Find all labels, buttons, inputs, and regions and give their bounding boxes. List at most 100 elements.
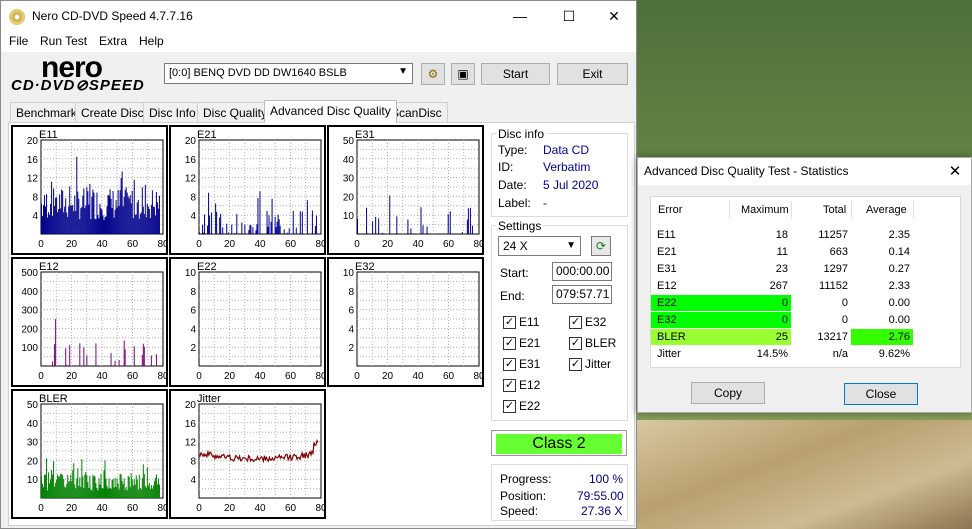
chart-bar xyxy=(105,478,107,498)
y-tick-label: 8 xyxy=(32,192,38,203)
tab-disc-quality[interactable]: Disc Quality xyxy=(197,102,274,122)
chart-bar xyxy=(466,219,468,234)
drive-wrench-icon: ⚙ xyxy=(427,67,439,81)
exit-button[interactable]: Exit xyxy=(557,63,628,85)
chart-bar xyxy=(267,226,269,234)
chart-bar xyxy=(131,479,133,498)
close-button[interactable]: ✕ xyxy=(591,1,637,32)
chart-bar xyxy=(139,213,141,234)
chart-bar xyxy=(65,348,67,366)
statistics-close-x-button[interactable]: ✕ xyxy=(939,158,971,185)
start-button[interactable]: Start xyxy=(481,63,550,85)
end-time-input[interactable]: 079:57.71 xyxy=(552,285,612,304)
chart-bar xyxy=(139,488,141,498)
tab-benchmark[interactable]: Benchmark xyxy=(10,102,83,122)
chart-bar xyxy=(156,484,158,498)
menu-help[interactable]: Help xyxy=(139,34,164,48)
stat-total: 0 xyxy=(841,314,848,326)
column-separator xyxy=(729,201,730,219)
x-tick-label: 80 xyxy=(315,371,324,382)
x-tick-label: 40 xyxy=(412,371,424,382)
chevron-down-icon: ▼ xyxy=(566,240,576,251)
chart-bar xyxy=(42,483,44,498)
x-tick-label: 20 xyxy=(224,371,236,382)
copy-button[interactable]: Copy xyxy=(691,382,765,404)
stats-close-button[interactable]: Close xyxy=(844,383,918,405)
menu-extra[interactable]: Extra xyxy=(99,34,127,48)
tab-disc-info[interactable]: Disc Info xyxy=(143,102,202,122)
chart-bar xyxy=(75,211,77,234)
e32-checkbox[interactable]: ✓ xyxy=(569,316,582,329)
position-label: Position: xyxy=(500,489,547,503)
x-tick-label: 60 xyxy=(443,371,455,382)
speed-select[interactable]: 24 X ▼ xyxy=(498,236,581,256)
date-label: Date: xyxy=(498,178,527,192)
y-tick-label: 50 xyxy=(343,136,355,147)
chart-bar xyxy=(250,225,252,234)
chart-bar xyxy=(65,487,67,498)
minimize-button[interactable]: — xyxy=(497,1,543,32)
chart-bar xyxy=(51,469,53,498)
menu-run-test[interactable]: Run Test xyxy=(40,34,87,48)
chart-bar xyxy=(69,344,71,366)
refresh-speed-button[interactable]: ⟳ xyxy=(591,236,611,256)
chart-bar xyxy=(150,484,152,498)
chart-bar xyxy=(142,343,144,366)
chart-bar xyxy=(311,210,313,234)
date-value: 5 Jul 2020 xyxy=(543,178,599,192)
statistics-title-bar[interactable]: Advanced Disc Quality Test - Statistics xyxy=(638,158,971,185)
chart-bar xyxy=(57,474,59,498)
chart-bar xyxy=(372,221,374,234)
chart-bar xyxy=(112,190,114,234)
chart-bar xyxy=(64,206,66,234)
y-tick-label: 400 xyxy=(21,287,38,298)
e31-checkbox[interactable]: ✓ xyxy=(503,358,516,371)
chart-bar xyxy=(248,230,250,234)
chart-bar xyxy=(68,481,70,498)
chart-bar xyxy=(231,224,233,234)
chart-bar xyxy=(114,477,116,498)
chart-bar xyxy=(106,206,108,234)
chart-bar xyxy=(222,227,224,234)
e21-checkbox[interactable]: ✓ xyxy=(503,337,516,350)
maximize-button[interactable]: ☐ xyxy=(546,1,592,32)
chart-bar xyxy=(67,474,69,498)
e12-checkbox-label: E12 xyxy=(519,378,541,392)
chart-bar xyxy=(74,195,76,234)
chart-bar xyxy=(61,189,63,234)
stat-average: 2.35 xyxy=(888,229,910,241)
menu-file[interactable]: File xyxy=(9,34,28,48)
e12-checkbox[interactable]: ✓ xyxy=(503,379,516,392)
chart-bar xyxy=(108,195,110,234)
chart-bar xyxy=(153,480,155,498)
e22-checkbox[interactable]: ✓ xyxy=(503,400,516,413)
stat-total: 11152 xyxy=(819,280,848,292)
jitter-checkbox[interactable]: ✓ xyxy=(569,358,582,371)
chart-bar xyxy=(113,217,115,234)
save-button[interactable]: ▣ xyxy=(451,63,475,85)
x-tick-label: 60 xyxy=(285,371,297,382)
tab-create-disc[interactable]: Create Disc xyxy=(75,102,150,122)
chart-bar xyxy=(105,216,107,234)
app-disc-icon xyxy=(9,9,25,25)
y-tick-label: 4 xyxy=(190,324,196,335)
drive-config-button[interactable]: ⚙ xyxy=(421,63,445,85)
e11-checkbox[interactable]: ✓ xyxy=(503,316,516,329)
chart-bar xyxy=(56,197,58,234)
chart-bar xyxy=(132,485,134,498)
chart-bar xyxy=(100,474,102,498)
drive-select[interactable]: [0:0] BENQ DVD DD DW1640 BSLB ▼ xyxy=(164,63,413,84)
e32-checkbox-label: E32 xyxy=(585,315,607,329)
chart-bar xyxy=(204,214,206,234)
chart-bar xyxy=(219,217,221,234)
chart-bar xyxy=(410,228,412,234)
bler-checkbox[interactable]: ✓ xyxy=(569,337,582,350)
tab-advanced-disc-quality[interactable]: Advanced Disc Quality xyxy=(264,100,397,123)
chart-bar xyxy=(128,198,130,234)
title-bar[interactable]: Nero CD-DVD Speed 4.7.7.16 — ☐ ✕ xyxy=(1,1,636,32)
x-tick-label: 80 xyxy=(315,503,324,514)
class-result-box: Class 2 xyxy=(491,430,627,456)
start-time-input[interactable]: 000:00.00 xyxy=(552,262,612,281)
chart-bar xyxy=(128,476,130,498)
speed-select-value: 24 X xyxy=(503,239,528,253)
